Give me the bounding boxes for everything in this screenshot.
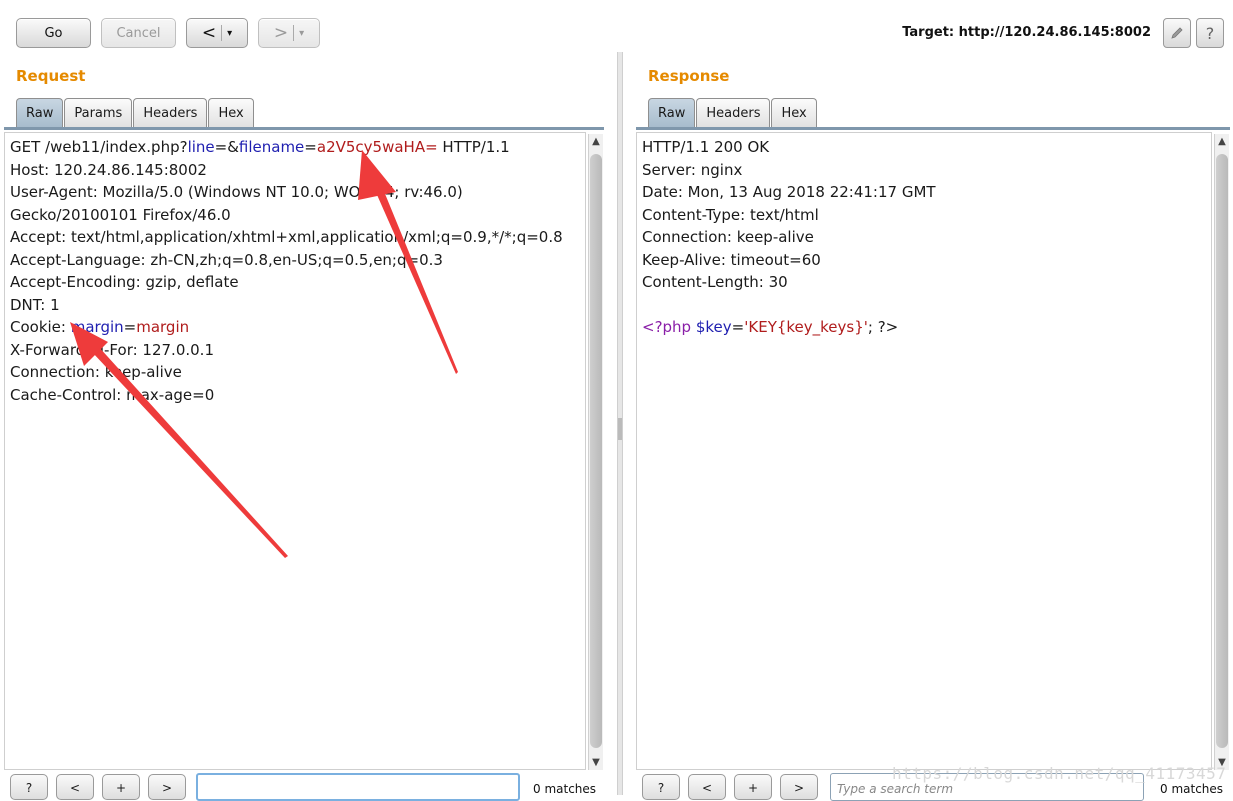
arrowhead-1 xyxy=(358,150,396,200)
arrow-shaft-2 xyxy=(92,346,288,558)
annotation-arrows xyxy=(70,150,458,558)
arrow-shaft-1 xyxy=(374,184,458,374)
